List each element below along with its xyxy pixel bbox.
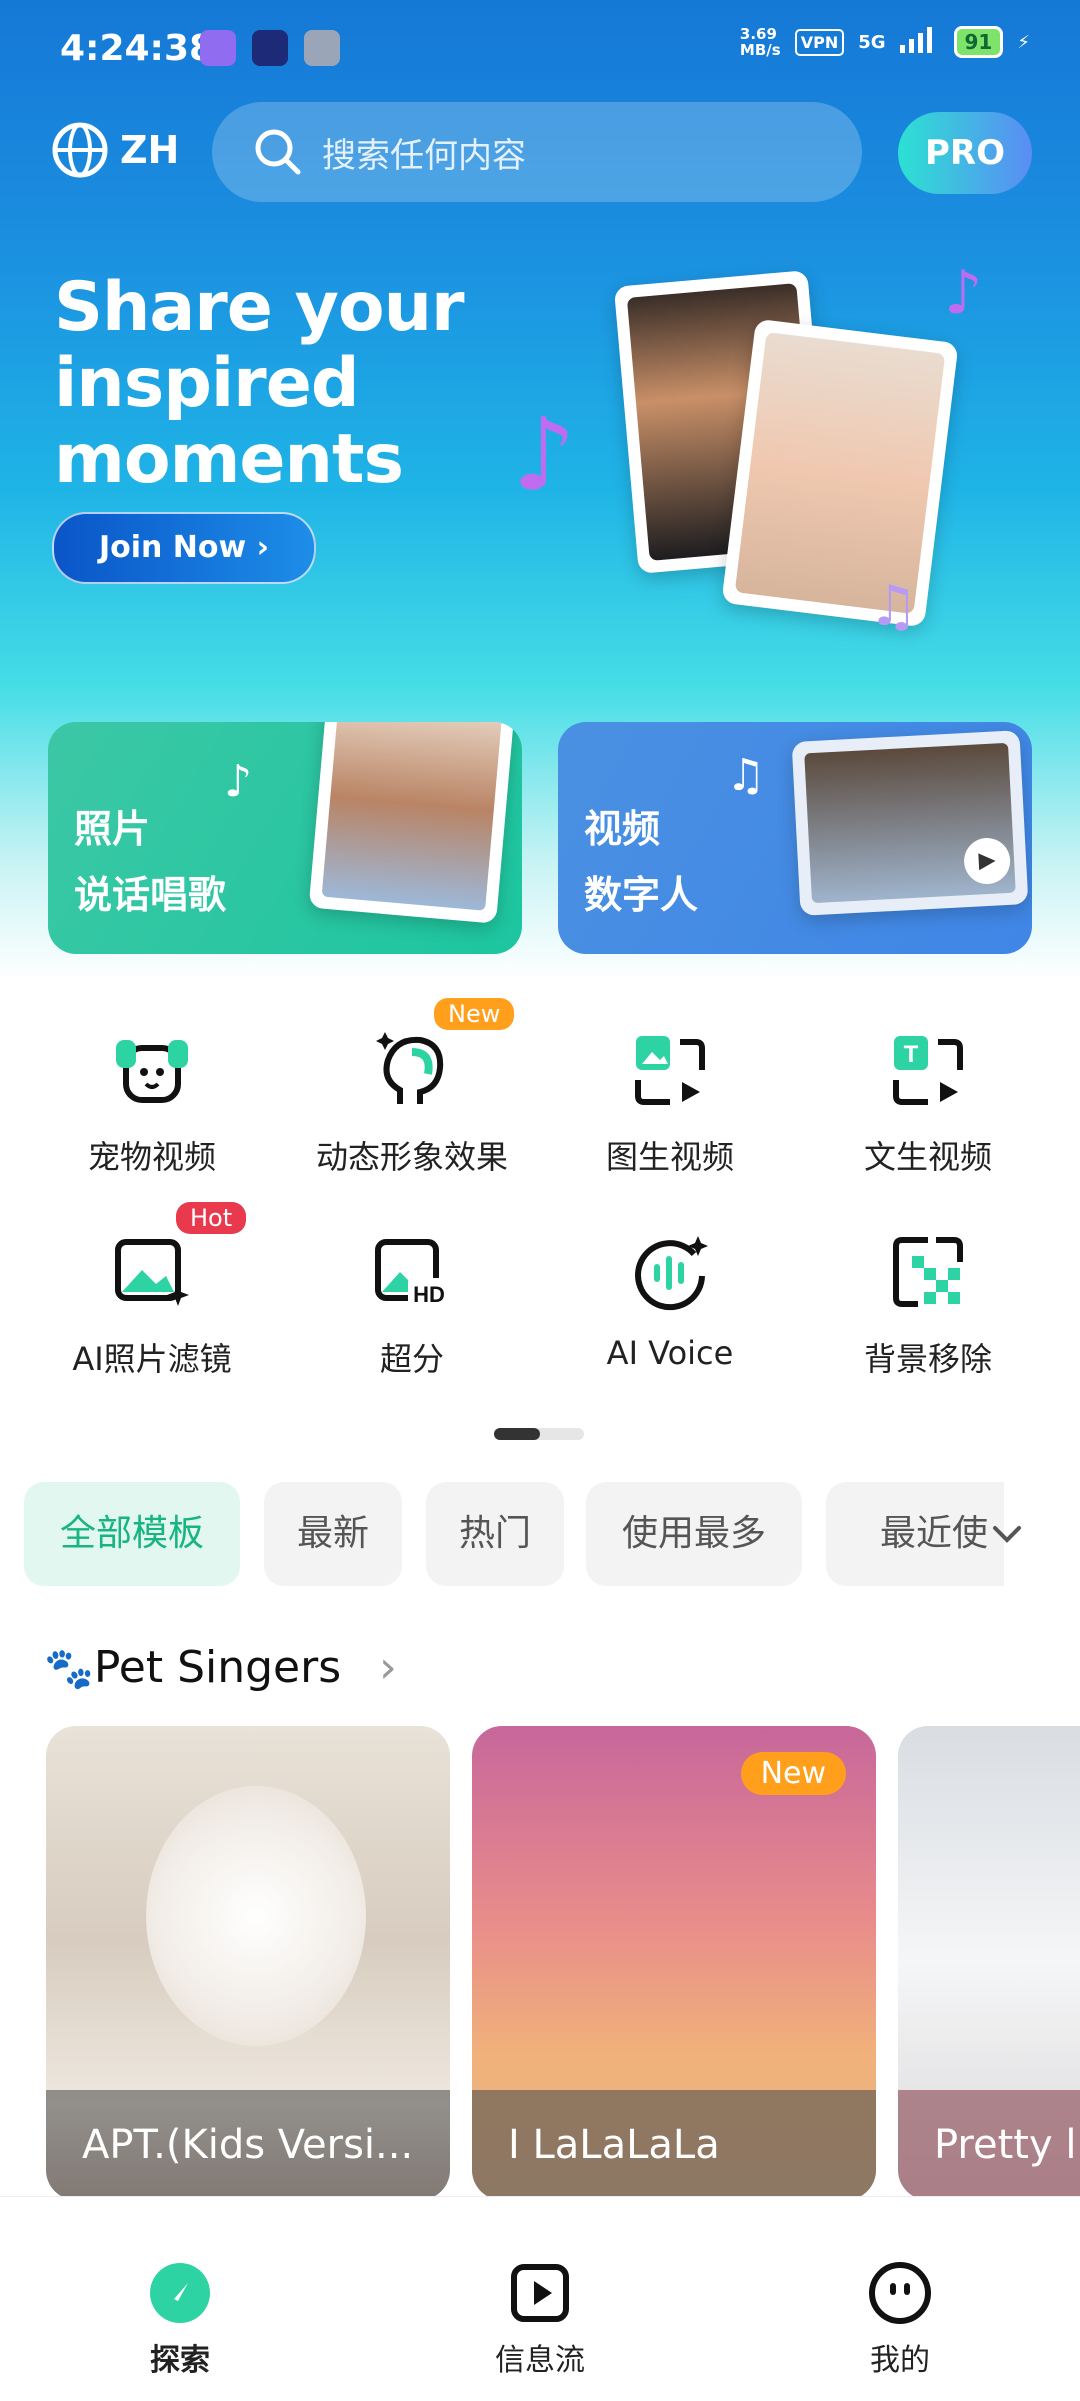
headline-line-1: Share your [54, 268, 465, 347]
language-globe-icon[interactable] [50, 120, 110, 180]
pet-dog-icon [112, 1030, 192, 1110]
cat-photo [146, 1786, 366, 2046]
status-time: 4:24:38 [60, 28, 215, 69]
join-now-button[interactable]: Join Now › [52, 512, 316, 584]
chip-newest[interactable]: 最新 [264, 1482, 402, 1586]
voice-wave-icon [630, 1232, 710, 1312]
feature-image-to-video[interactable]: 图生视频 [560, 1030, 780, 1178]
compass-icon [148, 2261, 212, 2325]
paw-icon: 🐾 [44, 1646, 94, 1692]
template-card[interactable]: New I LaLaLaLa [472, 1726, 876, 2200]
photo-filter-icon [112, 1232, 192, 1312]
search-placeholder: 搜索任何内容 [322, 135, 526, 176]
signal-indicator: 5G [858, 31, 886, 53]
net-speed: 3.69 MB/s [739, 25, 781, 59]
signal-bars-icon [899, 26, 940, 58]
feature-label: 超分 [379, 1340, 444, 1378]
template-card[interactable]: APT.(Kids Versi... [46, 1726, 450, 2200]
search-icon [255, 129, 301, 175]
chevron-right-icon: › [379, 1642, 397, 1693]
language-label[interactable]: ZH [120, 128, 179, 172]
new-badge: New [740, 1752, 846, 1795]
banner-photo-cat [721, 318, 959, 628]
feature-pet-video[interactable]: 宠物视频 [42, 1030, 262, 1178]
check-icon [252, 30, 288, 66]
search-bar[interactable]: 搜索任何内容 [212, 102, 862, 202]
headline-line-3: moments [54, 420, 404, 499]
svg-text:T: T [904, 1041, 919, 1068]
nav-explore[interactable]: 探索 [60, 2197, 300, 2379]
feature-label: 图生视频 [605, 1138, 734, 1176]
chip-popular[interactable]: 热门 [426, 1482, 564, 1586]
nav-label: 信息流 [495, 2343, 585, 2378]
card-subtitle: 说话唱歌 [74, 873, 227, 917]
gallery-icon [200, 30, 236, 66]
music-note-icon: ♪ [944, 258, 983, 328]
wrench-icon [304, 30, 340, 66]
card-subtitle: 数字人 [584, 873, 699, 917]
hot-badge: Hot [176, 1202, 247, 1234]
page-indicator [494, 1428, 584, 1440]
music-note-icon: ♫ [868, 574, 919, 639]
nav-profile[interactable]: 我的 [780, 2197, 1020, 2379]
feature-label: 文生视频 [863, 1138, 992, 1176]
new-badge: New [434, 998, 515, 1030]
status-bar: 4:24:38 3.69 MB/s VPN 5G 91 ⚡ [0, 0, 1080, 100]
feature-label: 背景移除 [863, 1340, 992, 1378]
play-square-icon [508, 2261, 572, 2325]
battery-indicator: 91 [953, 26, 1004, 58]
music-note-icon: ♪ [224, 756, 253, 807]
card-title: 视频 [584, 807, 661, 851]
feature-label: AI Voice [606, 1334, 734, 1372]
feature-label: 动态形象效果 [315, 1138, 508, 1176]
banner-headline: Share your inspired moments [54, 268, 465, 499]
feature-label: AI照片滤镜 [72, 1340, 232, 1378]
bottom-navigation: 探索 信息流 我的 [0, 2196, 1080, 2401]
text-to-video-icon: T [888, 1030, 968, 1110]
template-card[interactable]: Pretty li [898, 1726, 1080, 2200]
charging-icon: ⚡ [1017, 31, 1030, 53]
svg-text:HD: HD [413, 1282, 445, 1307]
template-title: I LaLaLaLa [472, 2090, 876, 2200]
template-title: APT.(Kids Versi... [46, 2090, 450, 2200]
music-note-icon: ♪ [512, 396, 576, 513]
feature-background-removal[interactable]: 背景移除 [818, 1232, 1038, 1380]
chip-recent[interactable]: 最近使 [826, 1482, 1004, 1586]
template-title: Pretty li [898, 2090, 1080, 2200]
feature-ai-voice[interactable]: AI Voice [560, 1232, 780, 1372]
feature-label: 宠物视频 [87, 1138, 216, 1176]
profile-face-icon [868, 2261, 932, 2325]
hd-icon: HD [372, 1232, 452, 1312]
nav-feed[interactable]: 信息流 [420, 2197, 660, 2379]
feature-ai-photo-filter[interactable]: AI照片滤镜 [42, 1232, 262, 1380]
chevron-down-icon[interactable] [985, 1512, 1029, 1560]
section-header[interactable]: 🐾Pet Singers › [44, 1642, 397, 1693]
photo-talk-sing-card[interactable]: 照片 说话唱歌 ♪ [48, 722, 522, 954]
chip-most-used[interactable]: 使用最多 [586, 1482, 802, 1586]
image-to-video-icon [630, 1030, 710, 1110]
section-title: Pet Singers [93, 1642, 342, 1693]
nav-label: 探索 [150, 2343, 210, 2378]
feature-dynamic-avatar[interactable]: 动态形象效果 [302, 1030, 522, 1178]
feature-super-resolution[interactable]: HD 超分 [302, 1232, 522, 1380]
video-digital-human-card[interactable]: 视频 数字人 ♫ ▶ [558, 722, 1032, 954]
face-sparkle-icon [372, 1030, 452, 1110]
nav-label: 我的 [870, 2343, 930, 2378]
chip-all-templates[interactable]: 全部模板 [24, 1482, 240, 1586]
feature-text-to-video[interactable]: T 文生视频 [818, 1030, 1038, 1178]
template-filter-chips: 全部模板 最新 热门 使用最多 最近使 [24, 1482, 1004, 1586]
background-remove-icon [888, 1232, 968, 1312]
music-note-icon: ♫ [726, 750, 766, 801]
portrait-photo [308, 722, 516, 924]
vpn-badge: VPN [794, 28, 845, 56]
card-title: 照片 [74, 807, 151, 851]
pro-button[interactable]: PRO [898, 112, 1032, 194]
headline-line-2: inspired [54, 344, 360, 423]
video-frame-photo: ▶ [791, 730, 1029, 916]
